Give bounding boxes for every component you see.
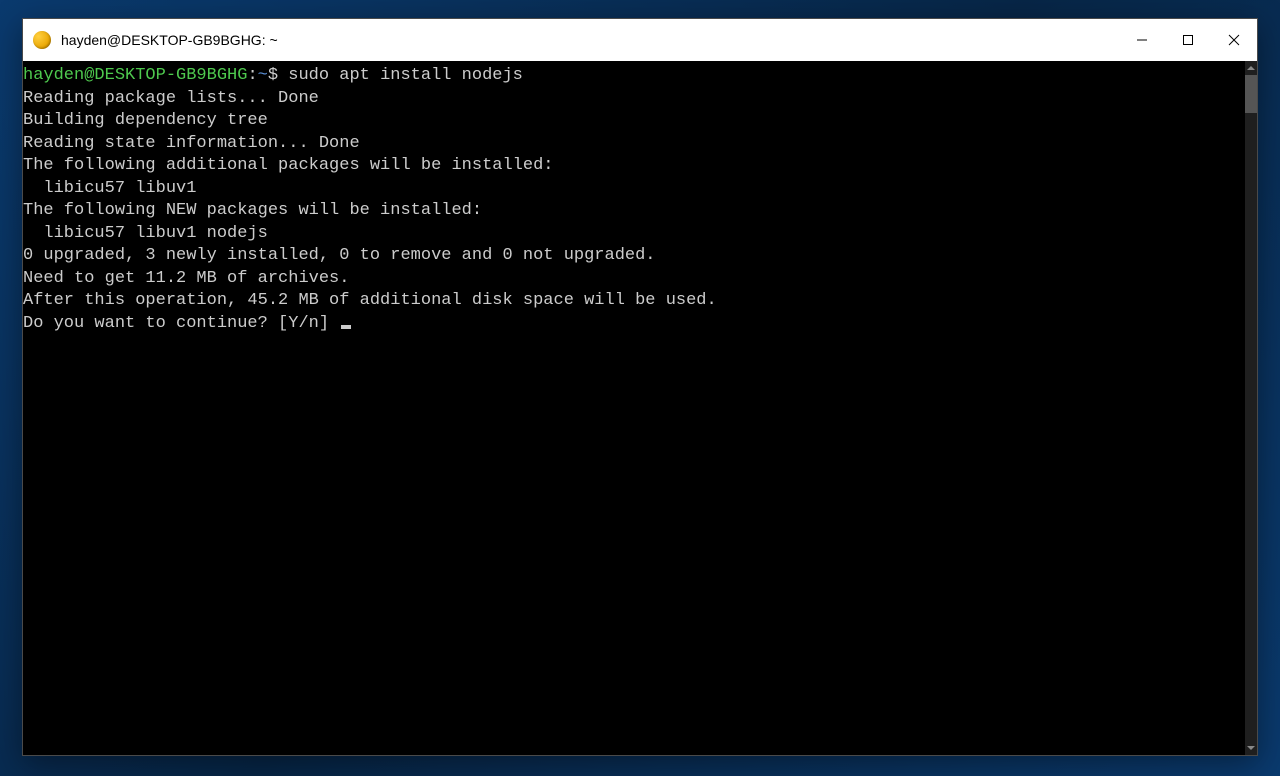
scroll-thumb[interactable] xyxy=(1245,75,1257,113)
vertical-scrollbar[interactable] xyxy=(1245,61,1257,755)
output-line: The following NEW packages will be insta… xyxy=(23,201,482,220)
maximize-button[interactable] xyxy=(1165,19,1211,61)
minimize-button[interactable] xyxy=(1119,19,1165,61)
output-line: Reading state information... Done xyxy=(23,134,360,153)
chevron-up-icon xyxy=(1247,64,1255,72)
close-button[interactable] xyxy=(1211,19,1257,61)
maximize-icon xyxy=(1182,34,1194,46)
output-line: 0 upgraded, 3 newly installed, 0 to remo… xyxy=(23,246,656,265)
output-line: Building dependency tree xyxy=(23,111,268,130)
tux-icon xyxy=(33,31,51,49)
close-icon xyxy=(1228,34,1240,46)
prompt-symbol: $ xyxy=(268,66,278,85)
output-line: Do you want to continue? [Y/n] xyxy=(23,314,339,333)
prompt-path: ~ xyxy=(258,66,268,85)
output-line: After this operation, 45.2 MB of additio… xyxy=(23,291,717,310)
output-line: libicu57 libuv1 xyxy=(23,179,196,198)
output-line: Reading package lists... Done xyxy=(23,89,319,108)
output-line: Need to get 11.2 MB of archives. xyxy=(23,269,349,288)
minimize-icon xyxy=(1136,34,1148,46)
chevron-down-icon xyxy=(1247,744,1255,752)
prompt-user-host: hayden@DESKTOP-GB9BGHG xyxy=(23,66,247,85)
window-title: hayden@DESKTOP-GB9BGHG: ~ xyxy=(61,32,1119,48)
scroll-down-button[interactable] xyxy=(1245,741,1257,755)
command-text: sudo apt install nodejs xyxy=(288,66,523,85)
prompt-separator: : xyxy=(247,66,257,85)
scroll-up-button[interactable] xyxy=(1245,61,1257,75)
output-line: The following additional packages will b… xyxy=(23,156,554,175)
terminal-content[interactable]: hayden@DESKTOP-GB9BGHG:~$ sudo apt insta… xyxy=(23,61,1245,755)
terminal-window: hayden@DESKTOP-GB9BGHG: ~ hayden@DESKTOP… xyxy=(22,18,1258,756)
terminal-body[interactable]: hayden@DESKTOP-GB9BGHG:~$ sudo apt insta… xyxy=(23,61,1257,755)
titlebar[interactable]: hayden@DESKTOP-GB9BGHG: ~ xyxy=(23,19,1257,61)
output-line: libicu57 libuv1 nodejs xyxy=(23,224,268,243)
terminal-cursor xyxy=(341,325,351,329)
window-controls xyxy=(1119,19,1257,61)
